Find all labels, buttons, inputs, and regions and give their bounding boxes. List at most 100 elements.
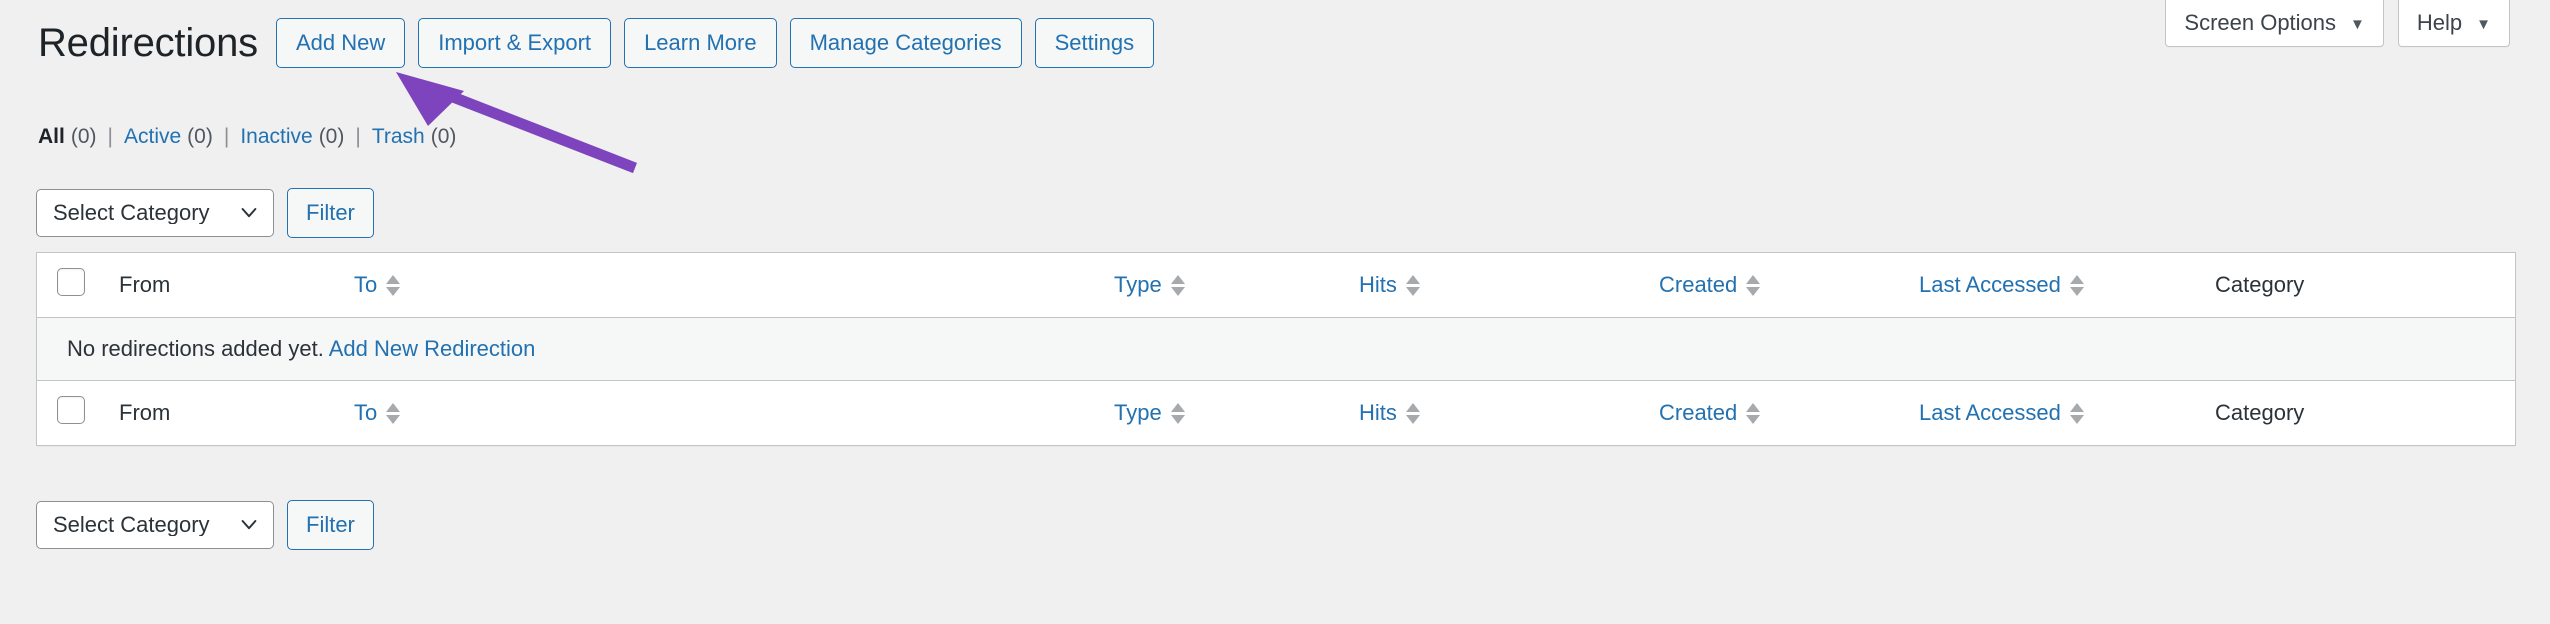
screen-options-label: Screen Options: [2184, 10, 2337, 35]
select-all-footer-header: [36, 380, 119, 446]
column-footer-type-link[interactable]: Type: [1114, 400, 1185, 426]
column-header-to-link[interactable]: To: [354, 272, 401, 298]
column-footer-hits-link[interactable]: Hits: [1359, 400, 1420, 426]
status-filter-trash[interactable]: Trash: [372, 125, 425, 149]
column-footer-created-link[interactable]: Created: [1659, 400, 1761, 426]
add-new-button[interactable]: Add New: [275, 18, 406, 68]
column-footer-created-label: Created: [1659, 400, 1738, 425]
column-header-created[interactable]: Created: [1659, 252, 1919, 318]
column-footer-hits[interactable]: Hits: [1359, 380, 1659, 446]
category-select-wrap-bottom: Select Category: [36, 501, 274, 549]
category-select-top[interactable]: Select Category: [36, 189, 274, 237]
add-new-redirection-link[interactable]: Add New Redirection: [329, 336, 536, 361]
status-filter-links: All (0) | Active (0) | Inactive (0) | Tr…: [38, 125, 456, 149]
sort-arrows-icon[interactable]: [1746, 274, 1761, 296]
settings-button[interactable]: Settings: [1034, 18, 1155, 68]
column-header-category: Category: [2215, 252, 2516, 318]
tablenav-top: Select Category Filter: [36, 188, 374, 238]
annotation-arrow: [396, 72, 637, 174]
column-header-category-label: Category: [2215, 272, 2305, 297]
table-header-row: From To Type Hits Created Last Accessed …: [36, 252, 2516, 318]
column-footer-last-accessed-link[interactable]: Last Accessed: [1919, 400, 2084, 426]
column-header-created-link[interactable]: Created: [1659, 272, 1761, 298]
status-filter-all-label: All: [38, 125, 65, 148]
page-header: Redirections Add New Import & Export Lea…: [38, 18, 1167, 68]
manage-categories-button[interactable]: Manage Categories: [789, 18, 1022, 68]
chevron-down-icon: ▼: [2350, 15, 2365, 33]
category-select-wrap: Select Category: [36, 189, 274, 237]
status-filter-active-label: Active: [123, 125, 182, 148]
column-footer-to[interactable]: To: [354, 380, 1114, 446]
column-header-last-accessed-label: Last Accessed: [1919, 272, 2061, 297]
column-footer-last-accessed[interactable]: Last Accessed: [1919, 380, 2215, 446]
filter-button-bottom[interactable]: Filter: [287, 500, 374, 550]
column-footer-type-label: Type: [1114, 400, 1162, 425]
empty-state-cell: No redirections added yet. Add New Redir…: [36, 317, 2516, 381]
column-footer-to-link[interactable]: To: [354, 400, 401, 426]
status-filter-active-count: (0): [187, 125, 213, 148]
help-button[interactable]: Help ▼: [2397, 0, 2510, 47]
column-header-created-label: Created: [1659, 272, 1738, 297]
column-header-type-link[interactable]: Type: [1114, 272, 1185, 298]
column-footer-hits-label: Hits: [1359, 400, 1397, 425]
table-foot: From To Type Hits Created Last Accessed …: [36, 380, 2516, 446]
filter-separator: |: [107, 125, 113, 148]
redirections-table: From To Type Hits Created Last Accessed …: [36, 252, 2516, 446]
column-footer-last-accessed-label: Last Accessed: [1919, 400, 2061, 425]
screen-meta-bar: Screen Options ▼ Help ▼: [2165, 0, 2510, 47]
status-filter-trash-count: (0): [430, 125, 457, 148]
filter-separator: |: [355, 125, 361, 148]
sort-arrows-icon[interactable]: [1170, 274, 1185, 296]
learn-more-button[interactable]: Learn More: [624, 18, 777, 68]
tablenav-bottom: Select Category Filter: [36, 500, 374, 550]
column-header-hits-link[interactable]: Hits: [1359, 272, 1420, 298]
sort-arrows-icon[interactable]: [1405, 274, 1420, 296]
column-header-hits-label: Hits: [1359, 272, 1397, 297]
column-footer-created[interactable]: Created: [1659, 380, 1919, 446]
column-header-from: From: [119, 252, 354, 318]
table-body: No redirections added yet. Add New Redir…: [36, 317, 2516, 381]
column-header-type-label: Type: [1114, 272, 1162, 297]
status-filter-all[interactable]: All: [38, 125, 65, 149]
column-footer-from: From: [119, 380, 354, 446]
column-header-last-accessed-link[interactable]: Last Accessed: [1919, 272, 2084, 298]
column-footer-category-label: Category: [2215, 400, 2305, 425]
category-select-bottom[interactable]: Select Category: [36, 501, 274, 549]
sort-arrows-icon[interactable]: [2069, 402, 2084, 424]
select-all-checkbox[interactable]: [57, 268, 85, 296]
column-header-to[interactable]: To: [354, 252, 1114, 318]
select-all-checkbox-footer[interactable]: [57, 396, 85, 424]
import-export-button[interactable]: Import & Export: [418, 18, 612, 68]
column-header-type[interactable]: Type: [1114, 252, 1359, 318]
filter-button-top[interactable]: Filter: [287, 188, 374, 238]
sort-arrows-icon[interactable]: [1746, 402, 1761, 424]
status-filter-all-count: (0): [70, 125, 97, 148]
select-all-header: [36, 252, 119, 318]
sort-arrows-icon[interactable]: [1405, 402, 1420, 424]
table-footer-row: From To Type Hits Created Last Accessed …: [36, 380, 2516, 446]
status-filter-active[interactable]: Active: [124, 125, 181, 149]
chevron-down-icon: ▼: [2476, 15, 2491, 33]
column-header-from-label: From: [119, 272, 171, 297]
column-footer-category: Category: [2215, 380, 2516, 446]
help-label: Help: [2416, 10, 2463, 35]
status-filter-inactive-count: (0): [318, 125, 345, 148]
empty-state-row: No redirections added yet. Add New Redir…: [36, 317, 2516, 381]
column-header-to-label: To: [354, 272, 378, 297]
sort-arrows-icon[interactable]: [386, 274, 401, 296]
empty-state-message: No redirections added yet.: [67, 336, 324, 361]
screen-options-button[interactable]: Screen Options ▼: [2165, 0, 2384, 47]
column-header-last-accessed[interactable]: Last Accessed: [1919, 252, 2215, 318]
sort-arrows-icon[interactable]: [386, 402, 401, 424]
sort-arrows-icon[interactable]: [1170, 402, 1185, 424]
column-header-hits[interactable]: Hits: [1359, 252, 1659, 318]
status-filter-inactive[interactable]: Inactive: [240, 125, 312, 149]
status-filter-trash-label: Trash: [371, 125, 425, 148]
column-footer-type[interactable]: Type: [1114, 380, 1359, 446]
table-head: From To Type Hits Created Last Accessed …: [36, 252, 2516, 318]
sort-arrows-icon[interactable]: [2069, 274, 2084, 296]
page-title: Redirections: [38, 21, 258, 65]
status-filter-inactive-label: Inactive: [240, 125, 313, 148]
filter-separator: |: [223, 125, 230, 148]
column-footer-to-label: To: [354, 400, 378, 425]
